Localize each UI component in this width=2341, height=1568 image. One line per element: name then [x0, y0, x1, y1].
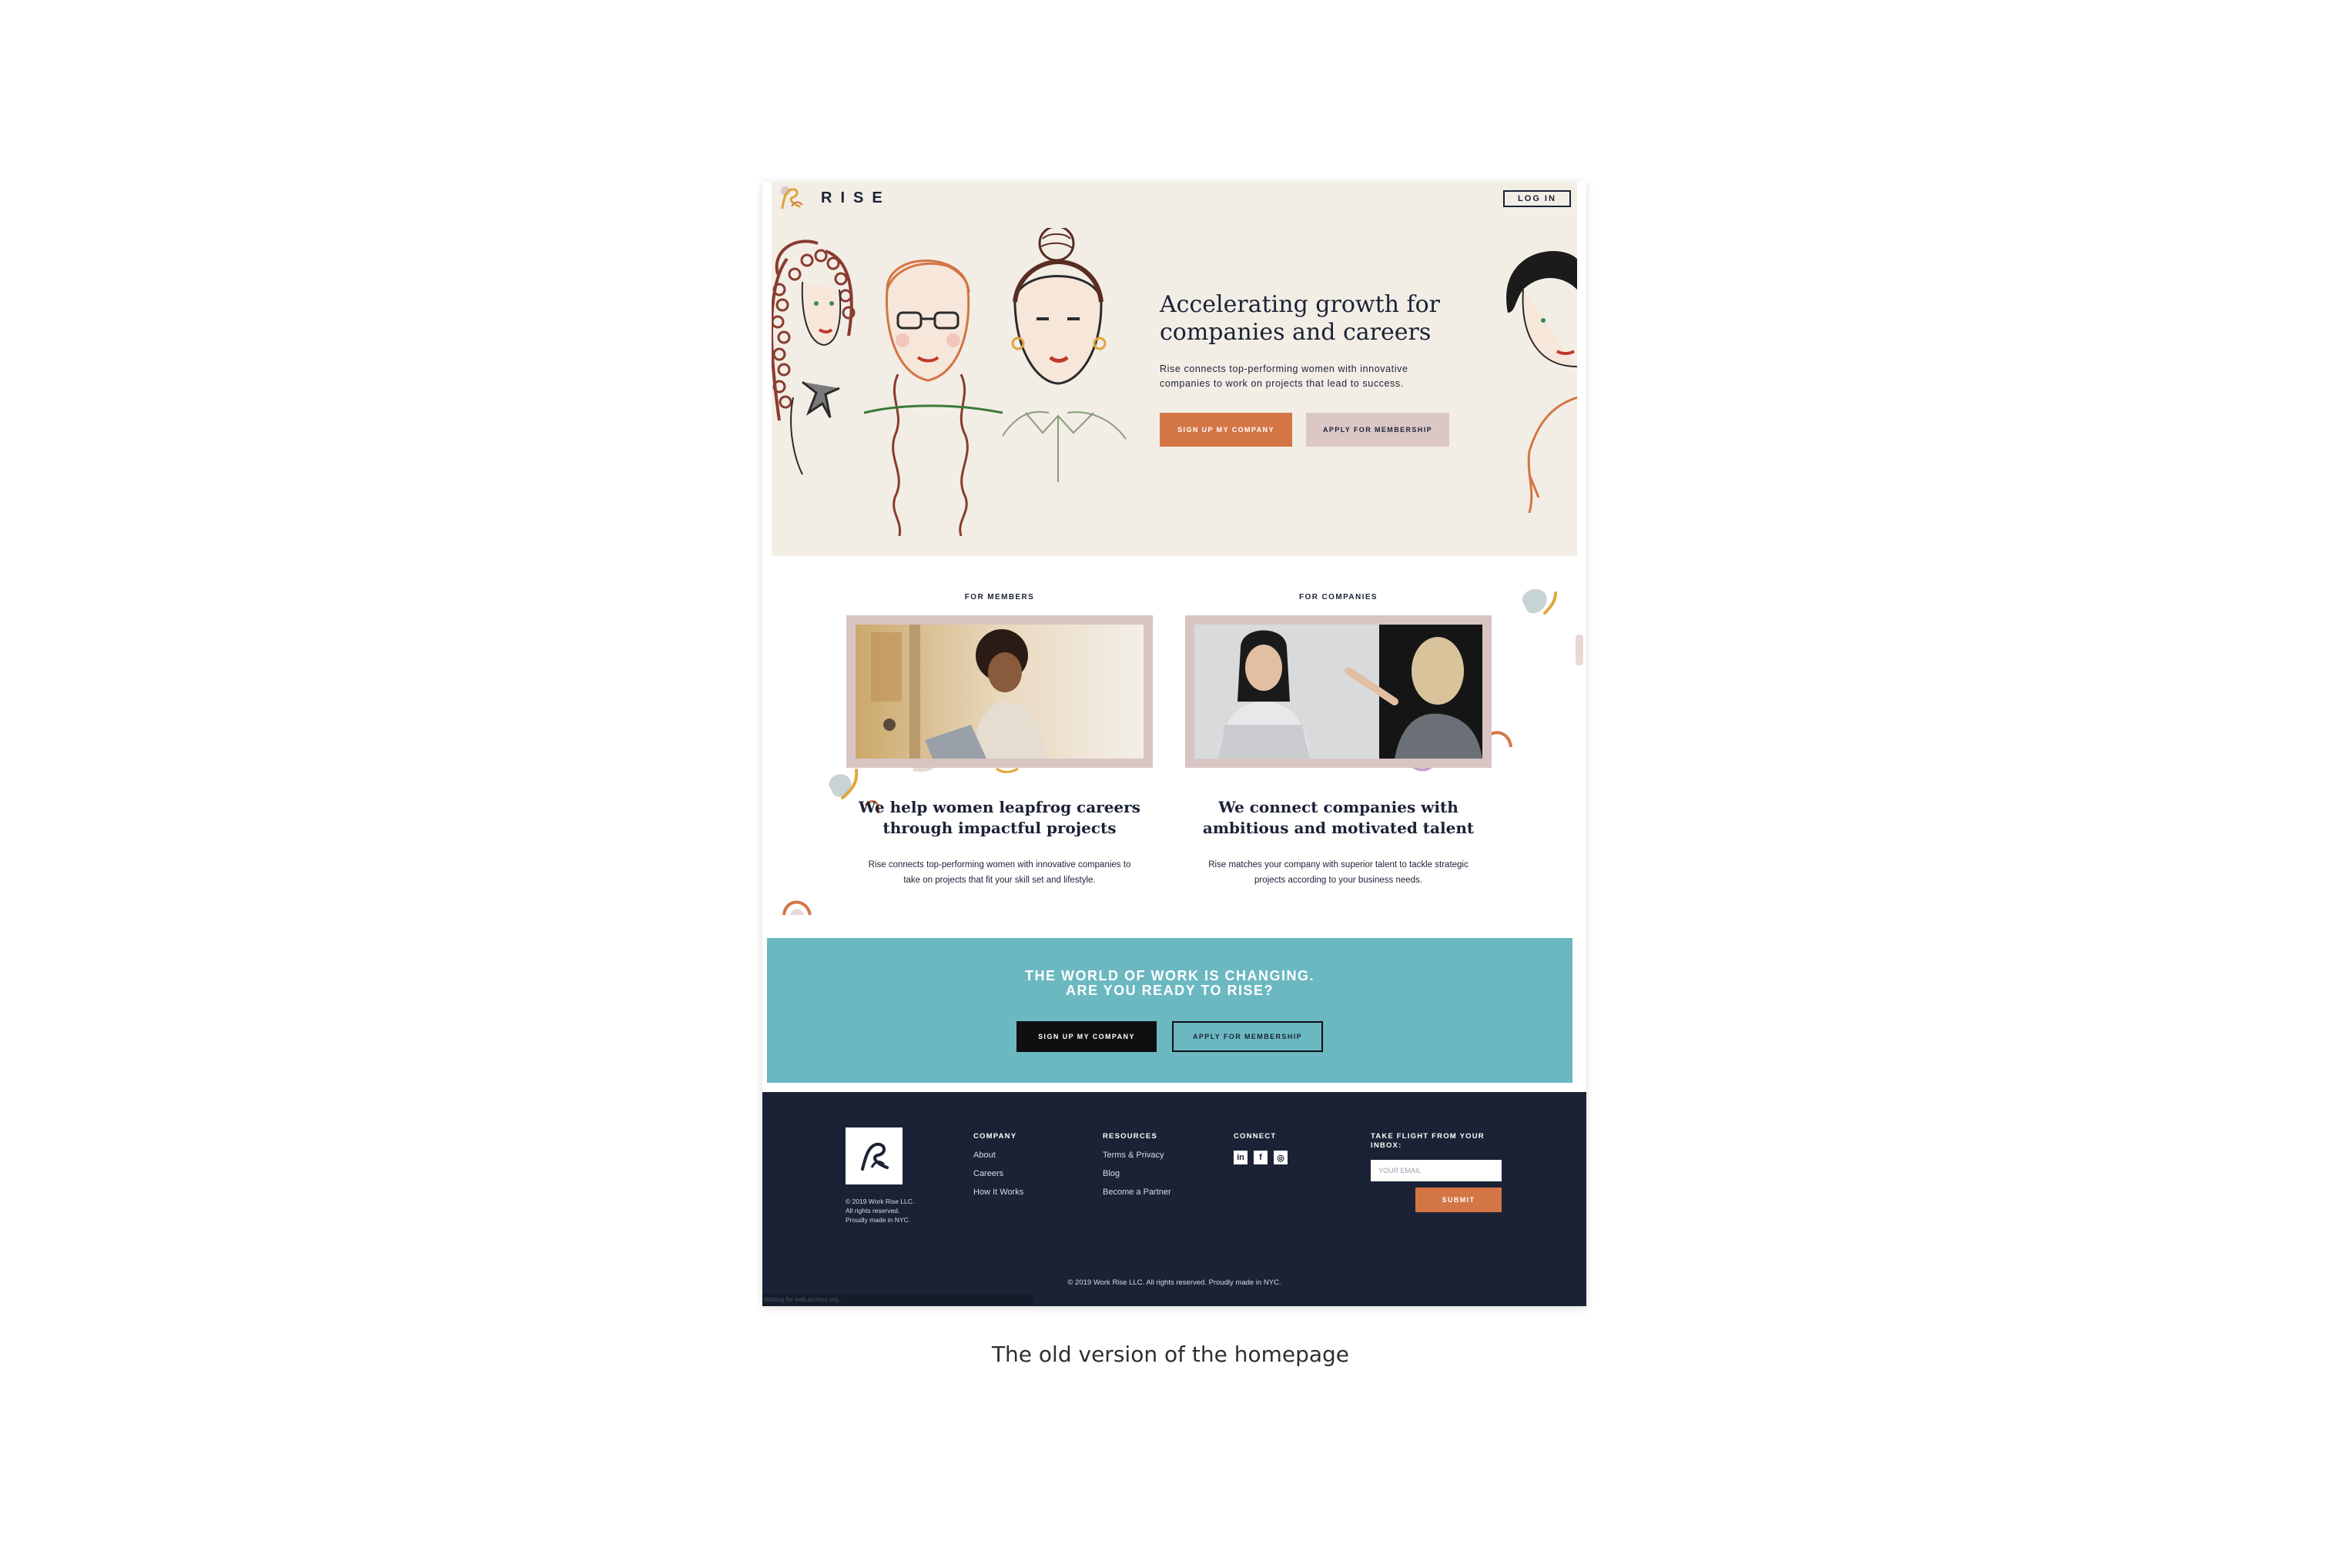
- footer-newsletter-heading-line: INBOX:: [1371, 1141, 1402, 1150]
- homepage-screenshot: RISE LOG IN Accelerating growth for comp…: [762, 182, 1586, 1306]
- rise-logo-icon: [781, 186, 803, 209]
- rise-monogram-icon: [861, 1142, 889, 1171]
- footer-copyright-line: Proudly made in NYC.: [846, 1216, 911, 1224]
- cta-section: THE WORLD OF WORK IS CHANGING. ARE YOU R…: [767, 938, 1572, 1083]
- women-illustration: [772, 228, 1127, 537]
- members-text: Rise connects top-performing women with …: [844, 857, 1155, 888]
- hero-section: RISE LOG IN Accelerating growth for comp…: [772, 182, 1577, 556]
- cta-buttons: SIGN UP MY COMPANY APPLY FOR MEMBERSHIP: [767, 1021, 1572, 1052]
- facebook-icon[interactable]: f: [1254, 1151, 1268, 1164]
- companies-text-line: Rise matches your company with superior …: [1208, 860, 1469, 869]
- companies-photo-frame: [1185, 615, 1492, 768]
- hero-title-line: Accelerating growth for: [1160, 291, 1441, 318]
- footer-connect-column: CONNECT in f ◎: [1234, 1132, 1288, 1164]
- browser-status-bar: Waiting for web.archive.org...: [762, 1294, 1033, 1306]
- woman-glasses-illustration: [863, 260, 1003, 537]
- footer: © 2019 Work Rise LLC. All rights reserve…: [762, 1092, 1586, 1306]
- footer-newsletter-heading: TAKE FLIGHT FROM YOUR INBOX:: [1371, 1132, 1502, 1151]
- footer-copyright-line: All rights reserved.: [846, 1207, 900, 1215]
- footer-logo[interactable]: [846, 1127, 903, 1184]
- hero-title-line: companies and careers: [1160, 319, 1432, 346]
- cta-title-line: THE WORLD OF WORK IS CHANGING.: [1025, 968, 1315, 983]
- image-caption: The old version of the homepage: [991, 1342, 1350, 1367]
- members-text-line: take on projects that fit your skill set…: [903, 876, 1096, 885]
- logo[interactable]: RISE: [776, 183, 891, 213]
- companies-photo: [1194, 625, 1482, 759]
- footer-link-terms-privacy[interactable]: Terms & Privacy: [1103, 1151, 1171, 1160]
- footer-resources-heading: RESOURCES: [1103, 1132, 1157, 1141]
- cta-apply-membership-button[interactable]: APPLY FOR MEMBERSHIP: [1172, 1021, 1323, 1052]
- cta-title-line: ARE YOU READY TO RISE?: [1065, 983, 1274, 998]
- hero-subtitle-line: companies to work on projects that lead …: [1160, 378, 1404, 389]
- submit-button[interactable]: SUBMIT: [1415, 1188, 1502, 1212]
- woman-curly-illustration: [772, 240, 856, 475]
- sign-up-company-button[interactable]: SIGN UP MY COMPANY: [1160, 413, 1292, 447]
- members-label: FOR MEMBERS: [964, 593, 1035, 601]
- footer-connect-heading: CONNECT: [1234, 1132, 1277, 1141]
- login-button[interactable]: LOG IN: [1503, 190, 1571, 207]
- email-field[interactable]: [1371, 1160, 1502, 1181]
- footer-company-column: COMPANY About Careers How It Works: [973, 1132, 1023, 1197]
- members-column: FOR MEMBERS We help women leapfrog caree…: [844, 559, 1155, 888]
- hero-subtitle-line: Rise connects top-performing women with …: [1160, 364, 1408, 374]
- footer-resources-column: RESOURCES Terms & Privacy Blog Become a …: [1103, 1132, 1171, 1197]
- apply-membership-button[interactable]: APPLY FOR MEMBERSHIP: [1306, 413, 1449, 447]
- footer-newsletter-column: TAKE FLIGHT FROM YOUR INBOX: SUBMIT: [1371, 1132, 1502, 1212]
- logo-text: RISE: [821, 189, 891, 206]
- cta-sign-up-company-button[interactable]: SIGN UP MY COMPANY: [1016, 1021, 1157, 1052]
- companies-column: FOR COMPANIES We connect companies with …: [1183, 559, 1494, 888]
- members-photo: [856, 625, 1144, 759]
- woman-right-illustration: [1506, 251, 1577, 513]
- members-heading-line: We help women leapfrog careers: [859, 798, 1140, 816]
- hero-copy: Accelerating growth for companies and ca…: [1160, 291, 1491, 447]
- footer-link-become-partner[interactable]: Become a Partner: [1103, 1188, 1171, 1197]
- hero-buttons: SIGN UP MY COMPANY APPLY FOR MEMBERSHIP: [1160, 413, 1491, 447]
- social-icons: in f ◎: [1234, 1151, 1288, 1164]
- companies-heading-line: ambitious and motivated talent: [1202, 819, 1475, 837]
- hero-title: Accelerating growth for companies and ca…: [1160, 291, 1491, 347]
- companies-heading: We connect companies with ambitious and …: [1183, 797, 1494, 839]
- footer-link-careers[interactable]: Careers: [973, 1169, 1023, 1178]
- footer-copyright-block: © 2019 Work Rise LLC. All rights reserve…: [846, 1197, 953, 1225]
- companies-label: FOR COMPANIES: [1299, 593, 1378, 601]
- footer-company-heading: COMPANY: [973, 1132, 1017, 1141]
- footer-link-blog[interactable]: Blog: [1103, 1169, 1171, 1178]
- companies-heading-line: We connect companies with: [1218, 798, 1459, 816]
- footer-link-about[interactable]: About: [973, 1151, 1023, 1160]
- features-section: FOR MEMBERS We help women leapfrog caree…: [762, 559, 1586, 929]
- footer-copyright-line: © 2019 Work Rise LLC.: [846, 1198, 915, 1205]
- footer-bottom-copyright: © 2019 Work Rise LLC. All rights reserve…: [1067, 1278, 1281, 1287]
- hero-subtitle: Rise connects top-performing women with …: [1160, 362, 1491, 391]
- companies-text-line: projects according to your business need…: [1254, 876, 1422, 885]
- cta-title: THE WORLD OF WORK IS CHANGING. ARE YOU R…: [767, 969, 1572, 998]
- members-heading: We help women leapfrog careers through i…: [844, 797, 1155, 839]
- footer-link-how-it-works[interactable]: How It Works: [973, 1188, 1023, 1197]
- instagram-icon[interactable]: ◎: [1274, 1151, 1288, 1164]
- linkedin-icon[interactable]: in: [1234, 1151, 1248, 1164]
- members-heading-line: through impactful projects: [882, 819, 1117, 837]
- woman-bun-illustration: [1002, 228, 1127, 482]
- footer-newsletter-heading-line: TAKE FLIGHT FROM YOUR: [1371, 1132, 1485, 1141]
- members-text-line: Rise connects top-performing women with …: [868, 860, 1131, 869]
- companies-text: Rise matches your company with superior …: [1183, 857, 1494, 888]
- members-photo-frame: [846, 615, 1153, 768]
